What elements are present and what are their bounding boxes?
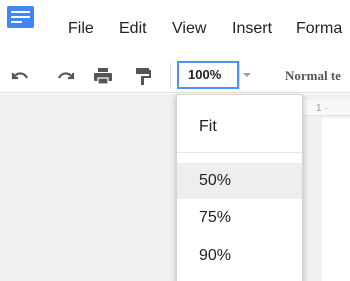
undo-button[interactable]: [9, 65, 31, 87]
undo-icon: [11, 72, 28, 80]
menu-separator: [177, 152, 302, 153]
zoom-option-75[interactable]: 75%: [177, 200, 302, 236]
docs-icon-line: [11, 21, 22, 23]
docs-icon-line: [11, 11, 30, 13]
menu-file[interactable]: File: [68, 20, 94, 38]
ruler-mark: 1 ·: [316, 103, 328, 114]
chevron-down-icon: [243, 73, 251, 77]
zoom-input[interactable]: 100%: [177, 61, 239, 89]
document-page[interactable]: [322, 118, 350, 281]
docs-icon-line: [11, 16, 30, 18]
zoom-menu: Fit 50% 75% 90%: [176, 94, 303, 281]
toolbar-divider: [170, 63, 171, 89]
zoom-option-fit[interactable]: Fit: [177, 109, 302, 145]
redo-icon: [58, 72, 75, 80]
menu-format[interactable]: Forma: [296, 20, 342, 38]
redo-button[interactable]: [55, 65, 77, 87]
menu-edit[interactable]: Edit: [119, 20, 147, 38]
zoom-option-50[interactable]: 50%: [177, 163, 302, 199]
paragraph-style-select[interactable]: Normal te: [285, 68, 341, 84]
print-icon: [94, 68, 112, 85]
zoom-option-90[interactable]: 90%: [177, 238, 302, 274]
docs-icon[interactable]: [7, 6, 34, 28]
paint-format-button[interactable]: [132, 65, 154, 87]
menu-view[interactable]: View: [172, 20, 206, 38]
print-button[interactable]: [92, 65, 114, 87]
menu-insert[interactable]: Insert: [232, 20, 272, 38]
paint-format-icon: [136, 68, 151, 85]
